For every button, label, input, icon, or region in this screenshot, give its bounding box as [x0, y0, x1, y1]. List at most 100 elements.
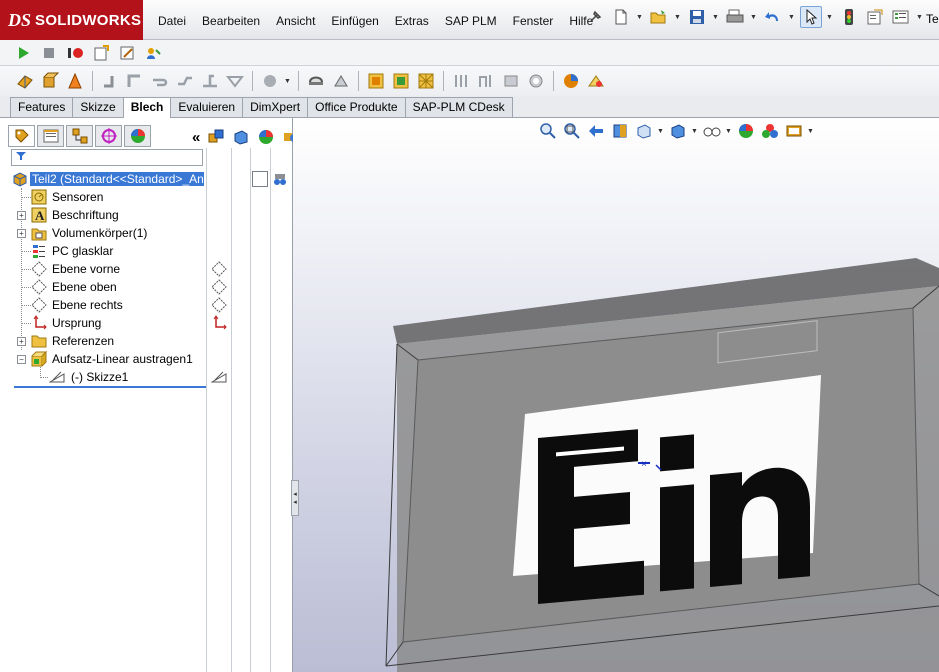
tab-sheet-metal[interactable]: Blech — [122, 97, 172, 119]
tree-item-top-plane[interactable]: Ebene oben — [0, 278, 292, 296]
flatten-icon[interactable] — [415, 70, 437, 92]
tree-item-right-plane[interactable]: Ebene rechts — [0, 296, 292, 314]
corners-icon[interactable] — [259, 70, 281, 92]
apply-scene-icon[interactable] — [759, 120, 781, 142]
unfold-icon[interactable] — [365, 70, 387, 92]
tree-filter-input[interactable] — [11, 149, 203, 166]
menu-tools[interactable]: Extras — [387, 12, 437, 30]
expand-icon[interactable]: + — [17, 337, 26, 346]
collapse-icon[interactable]: − — [17, 355, 26, 364]
jog-icon[interactable] — [174, 70, 196, 92]
hem-icon[interactable] — [149, 70, 171, 92]
chevron-down-icon[interactable]: ▼ — [916, 14, 924, 21]
tree-item-solid-bodies[interactable]: + Volumenkörper(1) — [0, 224, 292, 242]
print-icon[interactable] — [724, 6, 746, 28]
appearance-icon[interactable] — [560, 70, 582, 92]
rollback-bar[interactable] — [14, 386, 206, 388]
rip-icon[interactable] — [500, 70, 522, 92]
scene-icon[interactable] — [585, 70, 607, 92]
expand-icon[interactable]: + — [17, 211, 26, 220]
zoom-to-fit-icon[interactable] — [537, 120, 559, 142]
menu-edit[interactable]: Bearbeiten — [194, 12, 268, 30]
tree-root-part[interactable]: Teil2 (Standard<<Standard>_Anzeigestatus… — [0, 170, 292, 188]
appearance-ball-icon[interactable] — [255, 126, 277, 148]
new-document-icon[interactable] — [610, 6, 632, 28]
zoom-to-area-icon[interactable] — [561, 120, 583, 142]
chevron-down-icon[interactable]: ▼ — [750, 14, 758, 21]
sketched-bend-icon[interactable] — [199, 70, 221, 92]
tree-item-annotations[interactable]: + A Beschriftung — [0, 206, 292, 224]
file-properties-icon[interactable] — [864, 6, 886, 28]
open-folder-icon[interactable] — [648, 6, 670, 28]
configuration-manager-tab-icon[interactable] — [66, 125, 93, 147]
dimxpert-manager-tab-icon[interactable] — [95, 125, 122, 147]
chevron-down-icon[interactable]: ▼ — [657, 128, 665, 135]
tab-sketch[interactable]: Skizze — [72, 97, 124, 117]
chevron-down-icon[interactable]: ▼ — [691, 128, 699, 135]
menu-window[interactable]: Fenster — [505, 12, 562, 30]
convert-to-sheet-metal-icon[interactable] — [39, 70, 61, 92]
menu-view[interactable]: Ansicht — [268, 12, 323, 30]
hide-show-items-icon[interactable] — [205, 126, 227, 148]
tab-evaluate[interactable]: Evaluieren — [170, 97, 244, 117]
expand-icon[interactable]: + — [17, 229, 26, 238]
record-macro-icon[interactable] — [64, 42, 86, 64]
fold-icon[interactable] — [390, 70, 412, 92]
chevron-down-icon[interactable]: ▼ — [674, 14, 682, 21]
customize-macro-icon[interactable] — [142, 42, 164, 64]
edge-flange-icon[interactable] — [99, 70, 121, 92]
hide-show-items-icon[interactable] — [701, 120, 723, 142]
options-icon[interactable] — [890, 6, 912, 28]
chevron-down-icon[interactable]: ▼ — [636, 14, 644, 21]
select-cursor-icon[interactable] — [800, 6, 822, 28]
view-cube-icon[interactable] — [230, 126, 252, 148]
previous-view-icon[interactable] — [585, 120, 607, 142]
new-macro-icon[interactable] — [90, 42, 112, 64]
view-orientation-icon[interactable] — [633, 120, 655, 142]
model-3d-view[interactable]: × — [293, 118, 939, 672]
graphics-viewport[interactable]: × ▼ ▼ ▼ ▼ — [293, 118, 939, 672]
lofted-bend-icon[interactable] — [64, 70, 86, 92]
forming-tool-icon[interactable] — [305, 70, 327, 92]
feature-manager-tab-icon[interactable] — [8, 125, 35, 147]
tab-dimxpert[interactable]: DimXpert — [242, 97, 309, 117]
display-state-icon[interactable] — [272, 171, 288, 187]
display-manager-tab-icon[interactable] — [124, 125, 151, 147]
display-style-icon[interactable] — [667, 120, 689, 142]
undo-icon[interactable] — [762, 6, 784, 28]
chevron-down-icon[interactable]: ▼ — [284, 78, 292, 85]
state-icon[interactable] — [252, 171, 268, 187]
panel-splitter-handle[interactable]: ◂ ◂ — [291, 480, 299, 516]
edit-macro-icon[interactable] — [116, 42, 138, 64]
chevron-down-icon[interactable]: ▼ — [712, 14, 720, 21]
insert-bends-icon[interactable] — [475, 70, 497, 92]
cross-break-icon[interactable] — [224, 70, 246, 92]
view-settings-icon[interactable] — [783, 120, 805, 142]
tree-item-sketch1[interactable]: (-) Skizze1 — [0, 368, 292, 386]
no-bends-icon[interactable] — [450, 70, 472, 92]
chevron-down-icon[interactable]: ▼ — [826, 14, 834, 21]
tree-item-boss-extrude[interactable]: − Aufsatz-Linear austragen1 — [0, 350, 292, 368]
extruded-cut-icon[interactable] — [330, 70, 352, 92]
menu-file[interactable]: Datei — [150, 12, 194, 30]
tree-item-front-plane[interactable]: Ebene vorne — [0, 260, 292, 278]
tree-item-material[interactable]: PC glasklar — [0, 242, 292, 260]
menu-insert[interactable]: Einfügen — [323, 12, 386, 30]
run-macro-icon[interactable] — [12, 42, 34, 64]
chevron-down-icon[interactable]: ▼ — [725, 128, 733, 135]
miter-flange-icon[interactable] — [124, 70, 146, 92]
chevron-down-icon[interactable]: ▼ — [807, 128, 815, 135]
menu-sap-plm[interactable]: SAP PLM — [437, 12, 505, 30]
shell-icon[interactable] — [525, 70, 547, 92]
pin-icon[interactable] — [584, 6, 606, 28]
section-view-icon[interactable] — [609, 120, 631, 142]
property-manager-tab-icon[interactable] — [37, 125, 64, 147]
solidworks-logo[interactable]: DS SOLIDWORKS — [0, 0, 143, 40]
tab-office-products[interactable]: Office Produkte — [307, 97, 406, 117]
tree-item-origin[interactable]: Ursprung — [0, 314, 292, 332]
edit-appearance-icon[interactable] — [735, 120, 757, 142]
rebuild-traffic-light-icon[interactable] — [838, 6, 860, 28]
tab-features[interactable]: Features — [10, 97, 74, 117]
chevron-down-icon[interactable]: ▼ — [788, 14, 796, 21]
tree-item-references[interactable]: + Referenzen — [0, 332, 292, 350]
